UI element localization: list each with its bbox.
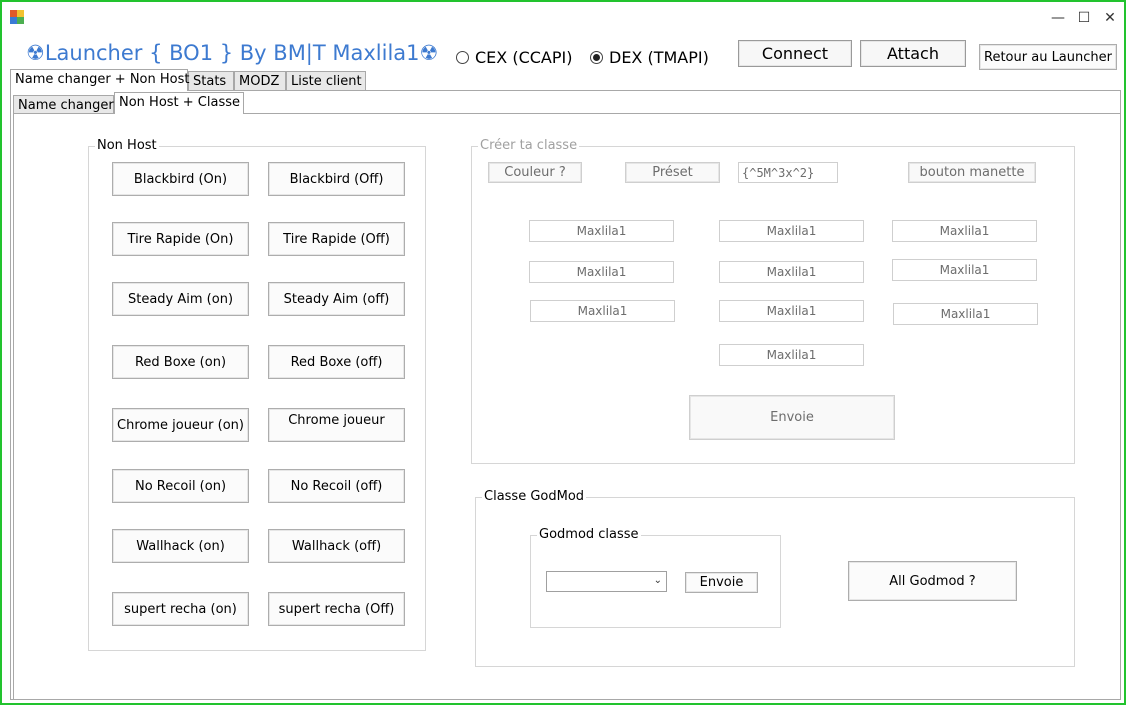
tire-rapide-off-button[interactable]: Tire Rapide (Off) [268,222,405,256]
color-code-field[interactable]: {^5M^3x^2} [738,162,838,183]
close-icon[interactable]: ✕ [1100,8,1120,28]
tab-liste-client[interactable]: Liste client [286,71,366,91]
red-boxe-on-button[interactable]: Red Boxe (on) [112,345,249,379]
class-field-1[interactable]: Maxlila1 [529,220,674,242]
class-field-10[interactable]: Maxlila1 [719,344,864,366]
tab-name-changer[interactable]: Name changer [13,95,114,115]
class-field-9[interactable]: Maxlila1 [893,303,1038,325]
radio-dex[interactable]: DEX (TMAPI) [590,48,709,67]
chrome-joueur-off-button[interactable]: Chrome joueur [268,408,405,442]
app-window: — ☐ ✕ ☢Launcher { BO1 } By BM|T Maxlila1… [0,0,1126,705]
radio-dex-dot[interactable] [590,51,603,64]
minimize-icon[interactable]: — [1048,8,1068,28]
bouton-manette-button[interactable]: bouton manette [908,162,1036,183]
supert-recha-off-button[interactable]: supert recha (Off) [268,592,405,626]
app-title: ☢Launcher { BO1 } By BM|T Maxlila1☢ [26,41,439,65]
radio-cex-dot[interactable] [456,51,469,64]
couleur-button[interactable]: Couleur ? [488,162,582,183]
class-field-2[interactable]: Maxlila1 [719,220,864,242]
classe-godmod-legend: Classe GodMod [482,489,587,504]
radio-dex-label: DEX (TMAPI) [609,48,709,67]
preset-button[interactable]: Préset [625,162,720,183]
class-field-7[interactable]: Maxlila1 [530,300,675,322]
radio-cex-label: CEX (CCAPI) [475,48,573,67]
godmod-classe-legend: Godmod classe [537,527,641,542]
wallhack-off-button[interactable]: Wallhack (off) [268,529,405,563]
tab-stats[interactable]: Stats [188,71,234,91]
non-host-legend: Non Host [95,138,159,153]
tire-rapide-on-button[interactable]: Tire Rapide (On) [112,222,249,256]
class-field-4[interactable]: Maxlila1 [529,261,674,283]
attach-button[interactable]: Attach [860,40,966,67]
app-icon [10,10,24,24]
tab-modz[interactable]: MODZ [234,71,286,91]
godmod-envoie-button[interactable]: Envoie [685,572,758,593]
back-to-launcher-button[interactable]: Retour au Launcher [979,44,1117,70]
godmod-classe-select[interactable]: ⌄ [546,571,667,592]
creer-classe-legend: Créer ta classe [478,138,580,153]
maximize-icon[interactable]: ☐ [1074,8,1094,28]
classe-envoie-button[interactable]: Envoie [689,395,895,440]
tab-non-host-classe[interactable]: Non Host + Classe [114,92,244,114]
wallhack-on-button[interactable]: Wallhack (on) [112,529,249,563]
chevron-down-icon[interactable]: ⌄ [654,575,662,586]
no-recoil-on-button[interactable]: No Recoil (on) [112,469,249,503]
class-field-5[interactable]: Maxlila1 [719,261,864,283]
chrome-joueur-on-button[interactable]: Chrome joueur (on) [112,408,249,442]
blackbird-off-button[interactable]: Blackbird (Off) [268,162,405,196]
supert-recha-on-button[interactable]: supert recha (on) [112,592,249,626]
steady-aim-off-button[interactable]: Steady Aim (off) [268,282,405,316]
steady-aim-on-button[interactable]: Steady Aim (on) [112,282,249,316]
all-godmod-button[interactable]: All Godmod ? [848,561,1017,601]
no-recoil-off-button[interactable]: No Recoil (off) [268,469,405,503]
red-boxe-off-button[interactable]: Red Boxe (off) [268,345,405,379]
blackbird-on-button[interactable]: Blackbird (On) [112,162,249,196]
class-field-6[interactable]: Maxlila1 [892,259,1037,281]
class-field-3[interactable]: Maxlila1 [892,220,1037,242]
connect-button[interactable]: Connect [738,40,852,67]
class-field-8[interactable]: Maxlila1 [719,300,864,322]
tab-name-changer-non-host[interactable]: Name changer + Non Host [10,69,189,91]
radio-cex[interactable]: CEX (CCAPI) [456,48,572,67]
